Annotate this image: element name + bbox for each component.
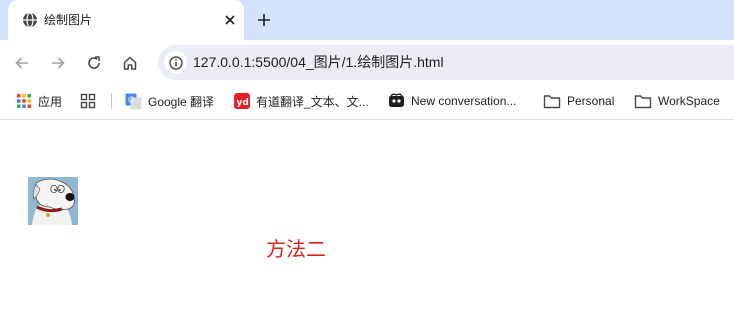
bookmark-label: 应用 <box>38 94 63 109</box>
home-icon[interactable] <box>119 52 141 74</box>
youdao-icon: yd <box>234 93 250 109</box>
tab-groups-icon <box>80 93 96 109</box>
bookmark-folder-workspace[interactable]: WorkSpace <box>634 92 720 110</box>
close-icon[interactable] <box>220 10 240 30</box>
page-content: 方法二 <box>0 120 734 316</box>
url-text[interactable]: 127.0.0.1:5500/04_图片/1.绘制图片.html <box>193 54 444 71</box>
back-arrow-icon[interactable] <box>11 52 33 74</box>
bookmark-label: WorkSpace <box>658 94 720 108</box>
cartoon-dog-image <box>28 177 78 225</box>
bookmark-apps[interactable]: 应用 <box>16 92 62 110</box>
bookmark-tab-groups[interactable] <box>80 92 96 110</box>
browser-toolbar: 127.0.0.1:5500/04_图片/1.绘制图片.html <box>0 40 734 86</box>
reload-icon[interactable] <box>83 52 105 74</box>
svg-text:G: G <box>128 95 134 104</box>
bookmarks-bar: 应用 G Google 翻译 yd 有道翻译_文本、文... New conve… <box>0 86 734 116</box>
bookmark-label: Personal <box>567 94 615 108</box>
folder-icon <box>634 94 652 108</box>
bookmark-label: Google 翻译 <box>148 94 215 109</box>
info-icon[interactable] <box>164 51 187 74</box>
bookmark-folder-personal[interactable]: Personal <box>543 92 614 110</box>
canvas-text: 方法二 <box>266 239 326 261</box>
folder-icon <box>543 94 561 108</box>
svg-text:yd: yd <box>237 98 249 108</box>
plus-icon[interactable] <box>254 10 274 30</box>
bookmark-new-conversation[interactable]: New conversation... <box>388 92 516 110</box>
google-translate-icon: G <box>125 93 142 109</box>
tab-title: 绘制图片 <box>44 13 93 27</box>
bookmark-label: 有道翻译_文本、文... <box>256 94 369 109</box>
bookmark-youdao[interactable]: yd 有道翻译_文本、文... <box>234 92 369 110</box>
bookmark-separator <box>111 93 112 109</box>
globe-icon <box>22 12 38 28</box>
bookmark-label: New conversation... <box>411 94 517 108</box>
tab-strip: 绘制图片 <box>0 0 734 40</box>
forward-arrow-icon[interactable] <box>47 52 69 74</box>
copilot-icon <box>389 93 404 107</box>
bookmark-google-translate[interactable]: G Google 翻译 <box>125 92 214 110</box>
address-bar[interactable]: 127.0.0.1:5500/04_图片/1.绘制图片.html <box>158 45 734 80</box>
tab-active[interactable]: 绘制图片 <box>8 0 244 40</box>
apps-grid-icon <box>17 94 31 108</box>
